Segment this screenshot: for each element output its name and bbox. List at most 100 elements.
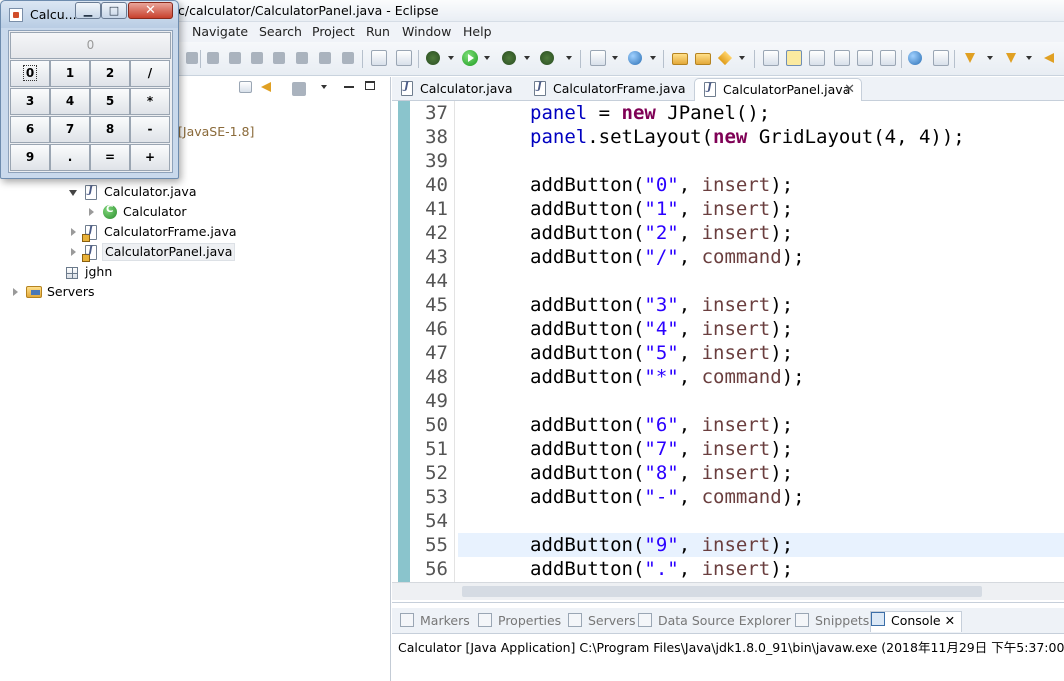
key-plus[interactable]: + <box>130 144 170 171</box>
tab-properties[interactable]: Properties <box>478 613 561 628</box>
expand-toggle[interactable] <box>69 190 77 196</box>
editor-horizontal-scrollbar[interactable] <box>392 582 1064 600</box>
calculator-title-bar[interactable]: Calcu... ▁ □ ✕ <box>1 1 178 28</box>
show-whitespace-icon[interactable] <box>857 50 873 66</box>
search-icon[interactable] <box>717 50 733 66</box>
tree-item-calculator-class[interactable]: Calculator <box>123 204 186 222</box>
chevron-down-icon[interactable] <box>524 56 530 60</box>
key-8[interactable]: 8 <box>90 116 130 143</box>
key-decimal[interactable]: . <box>50 144 90 171</box>
code-line: panel = new JPanel(); <box>530 101 770 125</box>
menu-search[interactable]: Search <box>259 24 302 39</box>
menu-window[interactable]: Window <box>402 24 451 39</box>
next-edit-icon[interactable] <box>962 50 978 66</box>
suspend-icon[interactable] <box>229 52 241 64</box>
key-1[interactable]: 1 <box>50 60 90 87</box>
chevron-down-icon[interactable] <box>448 56 454 60</box>
filter-icon[interactable] <box>292 82 306 96</box>
block-select-icon[interactable] <box>834 50 850 66</box>
calculator-display[interactable]: 0 <box>10 32 171 59</box>
mark-occurrences-icon[interactable] <box>786 50 802 66</box>
last-edit-icon[interactable] <box>1003 50 1019 66</box>
link-with-editor-icon[interactable] <box>259 79 273 93</box>
pilcrow-icon[interactable] <box>880 50 896 66</box>
chevron-down-icon[interactable] <box>987 56 993 60</box>
run-server-icon[interactable] <box>502 51 516 65</box>
next-annotation-icon[interactable] <box>763 50 779 66</box>
word-wrap-icon[interactable] <box>809 50 825 66</box>
chevron-down-icon[interactable] <box>739 56 745 60</box>
tab-markers[interactable]: Markers <box>400 613 470 628</box>
tree-item-jghn[interactable]: jghn <box>85 264 112 282</box>
key-equals[interactable]: = <box>90 144 130 171</box>
calculator-window[interactable]: Calcu... ▁ □ ✕ 0 0 1 2 / 3 4 5 * 6 7 8 -… <box>0 0 179 179</box>
globe-icon[interactable] <box>908 51 922 65</box>
skip-icon[interactable] <box>186 52 198 64</box>
new-class-icon[interactable] <box>628 51 642 65</box>
new-java-project-icon[interactable] <box>590 50 606 66</box>
debug-icon[interactable] <box>426 51 440 65</box>
chevron-down-icon[interactable] <box>484 56 490 60</box>
tab-servers[interactable]: Servers <box>568 613 636 628</box>
expand-toggle[interactable] <box>71 248 76 256</box>
key-9[interactable]: 9 <box>10 144 50 171</box>
view-menu-icon[interactable] <box>321 85 327 89</box>
chevron-down-icon[interactable] <box>1026 56 1032 60</box>
step-over-icon[interactable] <box>319 52 331 64</box>
chevron-down-icon[interactable] <box>566 56 572 60</box>
chevron-down-icon[interactable] <box>650 56 656 60</box>
key-multiply[interactable]: * <box>130 88 170 115</box>
run-icon[interactable] <box>462 50 478 66</box>
tree-item-servers[interactable]: Servers <box>47 284 95 302</box>
open-task-icon[interactable] <box>695 53 711 65</box>
step-into-icon[interactable] <box>296 52 308 64</box>
chevron-down-icon[interactable] <box>612 56 618 60</box>
expand-toggle[interactable] <box>71 228 76 236</box>
maximize-view-icon[interactable] <box>365 81 375 90</box>
scrollbar-thumb[interactable] <box>462 586 982 597</box>
disconnect-icon[interactable] <box>273 52 285 64</box>
close-button[interactable]: ✕ <box>128 2 173 19</box>
tree-item-calculatorframe-java[interactable]: CalculatorFrame.java <box>104 224 237 242</box>
tab-console[interactable]: Console ✕ <box>870 611 963 632</box>
minimize-button[interactable]: ▁ <box>75 2 101 19</box>
tab-calculatorpanel-java[interactable]: CalculatorPanel.java ✕ <box>694 78 862 101</box>
resume-icon[interactable] <box>207 52 219 64</box>
tab-data-source-explorer[interactable]: Data Source Explorer <box>638 613 791 628</box>
menu-navigate[interactable]: Navigate <box>192 24 248 39</box>
jre-library-label[interactable]: [JavaSE-1.8] <box>178 124 254 142</box>
collapse-all-icon[interactable] <box>239 81 252 93</box>
terminate-icon[interactable] <box>251 52 263 64</box>
external-tools-icon[interactable] <box>540 51 554 65</box>
key-5[interactable]: 5 <box>90 88 130 115</box>
use-step-filters-icon[interactable] <box>396 50 412 66</box>
task-icon[interactable] <box>933 50 949 66</box>
key-3[interactable]: 3 <box>10 88 50 115</box>
minimize-view-icon[interactable] <box>344 86 354 88</box>
tab-calculatorframe-java[interactable]: CalculatorFrame.java <box>525 78 691 101</box>
tree-item-calculatorpanel-java[interactable]: CalculatorPanel.java <box>102 243 236 261</box>
maximize-button[interactable]: □ <box>101 2 127 19</box>
tab-calculator-java[interactable]: Calculator.java <box>392 78 524 101</box>
key-7[interactable]: 7 <box>50 116 90 143</box>
tree-item-calculator-java[interactable]: Calculator.java <box>104 184 197 202</box>
key-6[interactable]: 6 <box>10 116 50 143</box>
expand-toggle[interactable] <box>13 288 18 296</box>
tab-snippets[interactable]: Snippets <box>795 613 869 628</box>
key-2[interactable]: 2 <box>90 60 130 87</box>
drop-to-frame-icon[interactable] <box>371 50 387 66</box>
menu-run[interactable]: Run <box>366 24 390 39</box>
key-divide[interactable]: / <box>130 60 170 87</box>
key-0[interactable]: 0 <box>10 60 50 87</box>
key-minus[interactable]: - <box>130 116 170 143</box>
key-4[interactable]: 4 <box>50 88 90 115</box>
close-tab-icon[interactable]: ✕ <box>844 82 855 97</box>
close-tab-icon[interactable]: ✕ <box>945 613 955 628</box>
expand-toggle[interactable] <box>89 208 94 216</box>
code-editor[interactable]: 37 38 39 40 41 42 43 44 45 46 47 48 49 5… <box>392 101 1064 582</box>
open-type-icon[interactable] <box>672 53 688 65</box>
step-return-icon[interactable] <box>342 52 354 64</box>
back-icon[interactable] <box>1042 50 1058 66</box>
menu-project[interactable]: Project <box>312 24 355 39</box>
menu-help[interactable]: Help <box>463 24 492 39</box>
